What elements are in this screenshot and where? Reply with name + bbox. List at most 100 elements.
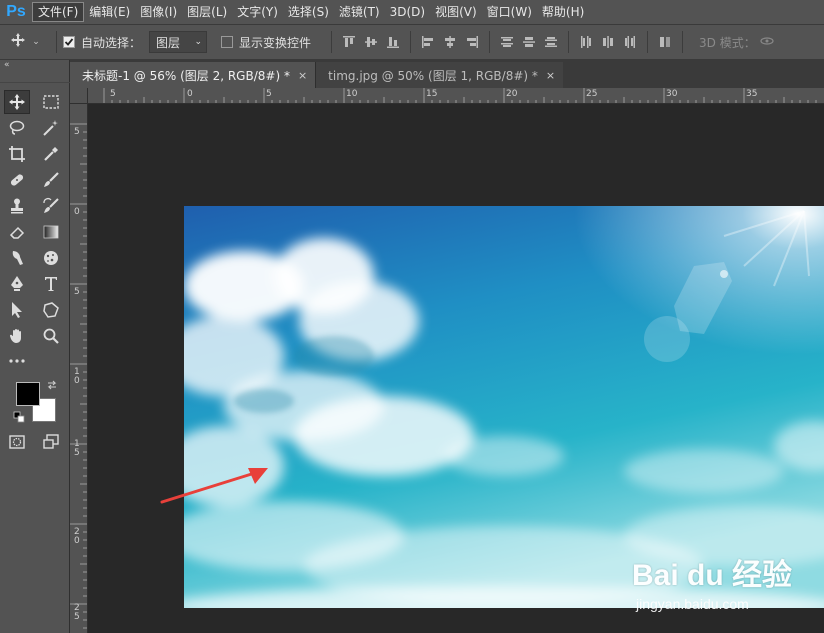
- align-top-icon[interactable]: [338, 31, 360, 53]
- auto-select-label: 自动选择：: [81, 35, 142, 50]
- horizontal-ruler-ticks: [103, 88, 817, 103]
- menu-view[interactable]: 视图(V): [430, 2, 482, 22]
- distribute-right-icon[interactable]: [619, 31, 641, 53]
- mode-3d-label: 3D 模式：: [699, 35, 756, 50]
- collapse-panel-button[interactable]: «: [4, 60, 9, 70]
- menu-window[interactable]: 窗口(W): [482, 2, 537, 22]
- quick-mask-button[interactable]: [4, 430, 30, 454]
- edit-toolbar-button[interactable]: [4, 349, 30, 373]
- history-brush-tool[interactable]: [38, 194, 64, 218]
- magic-wand-tool[interactable]: [38, 116, 64, 140]
- panel-grip[interactable]: [0, 70, 70, 83]
- menu-edit[interactable]: 编辑(E): [84, 2, 135, 22]
- tool-preset-picker[interactable]: ⌄: [0, 32, 50, 52]
- menu-bar: Ps 文件(F) 编辑(E) 图像(I) 图层(L) 文字(Y) 选择(S) 滤…: [0, 0, 824, 24]
- menu-help[interactable]: 帮助(H): [537, 2, 589, 22]
- move-icon: [10, 32, 26, 52]
- checkmark-icon: [64, 38, 74, 46]
- swap-colors-icon[interactable]: [46, 379, 58, 394]
- distribute-vcenter-icon[interactable]: [518, 31, 540, 53]
- marquee-tool[interactable]: [38, 90, 64, 114]
- pen-icon: [11, 276, 23, 291]
- menu-select[interactable]: 选择(S): [283, 2, 334, 22]
- lasso-tool[interactable]: [4, 116, 30, 140]
- ruler-label: 15: [74, 439, 80, 458]
- more-icon: [9, 359, 25, 363]
- auto-select-checkbox[interactable]: [63, 36, 75, 48]
- tab-timg[interactable]: timg.jpg @ 50% (图层 1, RGB/8#) * ×: [315, 62, 564, 88]
- align-hcenter-icon[interactable]: [439, 31, 461, 53]
- hand-tool[interactable]: [4, 324, 30, 348]
- menu-filter[interactable]: 滤镜(T): [334, 2, 385, 22]
- menu-layer[interactable]: 图层(L): [182, 2, 232, 22]
- align-right-icon[interactable]: [461, 31, 483, 53]
- foreground-color-swatch[interactable]: [16, 382, 40, 406]
- zoom-tool[interactable]: [38, 324, 64, 348]
- default-colors-icon[interactable]: [13, 411, 25, 426]
- align-left-icon[interactable]: [417, 31, 439, 53]
- baidu-watermark: Bai du 经验 jingyan.baidu.com: [632, 548, 822, 618]
- ruler-label: 5: [266, 89, 272, 99]
- menu-3d[interactable]: 3D(D): [385, 2, 430, 22]
- options-bar: ⌄ 自动选择： 图层 ⌄ 显示变换控件 3D 模式：: [0, 24, 824, 60]
- type-tool[interactable]: [38, 272, 64, 296]
- eyedropper-icon: [44, 147, 58, 161]
- healing-brush-tool[interactable]: [4, 168, 30, 192]
- auto-align-icon[interactable]: [654, 31, 676, 53]
- annotation-arrow: [160, 468, 268, 504]
- history-brush-icon: [43, 198, 59, 213]
- move-tool[interactable]: [4, 90, 30, 114]
- vertical-ruler[interactable]: 5 0 5 10 15 20 25: [70, 104, 88, 633]
- auto-select-dropdown[interactable]: 图层 ⌄: [149, 31, 208, 53]
- auto-select-value: 图层: [156, 35, 181, 50]
- sponge-icon: [44, 251, 58, 265]
- divider: [331, 31, 333, 53]
- pen-tool[interactable]: [4, 272, 30, 296]
- ruler-label: 0: [187, 89, 193, 99]
- ruler-label: 35: [746, 89, 758, 99]
- document-tab-bar: 未标题-1 @ 56% (图层 2, RGB/8#) * × timg.jpg …: [70, 60, 824, 88]
- gradient-tool[interactable]: [38, 220, 64, 244]
- sponge-tool[interactable]: [38, 246, 64, 270]
- toolbox-panel: «: [0, 60, 70, 633]
- chevron-down-icon: ⌄: [32, 37, 40, 47]
- ruler-origin[interactable]: [70, 88, 88, 104]
- distribute-top-icon[interactable]: [496, 31, 518, 53]
- eraser-tool[interactable]: [4, 220, 30, 244]
- stamp-icon: [11, 198, 23, 214]
- zoom-icon: [43, 328, 59, 344]
- smudge-tool[interactable]: [4, 246, 30, 270]
- custom-shape-tool[interactable]: [38, 298, 64, 322]
- tab-untitled-1[interactable]: 未标题-1 @ 56% (图层 2, RGB/8#) * ×: [70, 62, 316, 88]
- show-transform-checkbox[interactable]: [221, 36, 234, 48]
- distribute-hcenter-icon[interactable]: [597, 31, 619, 53]
- smudge-icon: [12, 251, 23, 265]
- divider: [410, 31, 412, 53]
- eyedropper-tool[interactable]: [38, 142, 64, 166]
- ruler-label: 20: [74, 527, 80, 546]
- lasso-icon: [9, 120, 25, 135]
- horizontal-ruler[interactable]: 5 0 5 10 15 20 25 30 35: [88, 88, 824, 104]
- distribute-left-icon[interactable]: [575, 31, 597, 53]
- menu-file[interactable]: 文件(F): [32, 2, 85, 22]
- close-icon[interactable]: ×: [546, 69, 555, 82]
- menu-image[interactable]: 图像(I): [135, 2, 182, 22]
- watermark-main-text: Bai du 经验: [632, 559, 793, 592]
- distribute-bottom-icon[interactable]: [540, 31, 562, 53]
- screen-mode-button[interactable]: [38, 430, 64, 454]
- clone-stamp-tool[interactable]: [4, 194, 30, 218]
- brush-tool[interactable]: [38, 168, 64, 192]
- photoshop-logo: Ps: [6, 3, 26, 20]
- path-selection-tool[interactable]: [4, 298, 30, 322]
- crop-icon: [9, 146, 25, 162]
- divider: [682, 31, 684, 53]
- align-vcenter-icon[interactable]: [360, 31, 382, 53]
- align-bottom-icon[interactable]: [382, 31, 404, 53]
- orbit-3d-icon[interactable]: [760, 34, 774, 51]
- quick-mask-icon: [9, 435, 25, 449]
- crop-tool[interactable]: [4, 142, 30, 166]
- menu-type[interactable]: 文字(Y): [232, 2, 283, 22]
- close-icon[interactable]: ×: [298, 69, 307, 82]
- ruler-label: 25: [586, 89, 598, 99]
- divider: [568, 31, 570, 53]
